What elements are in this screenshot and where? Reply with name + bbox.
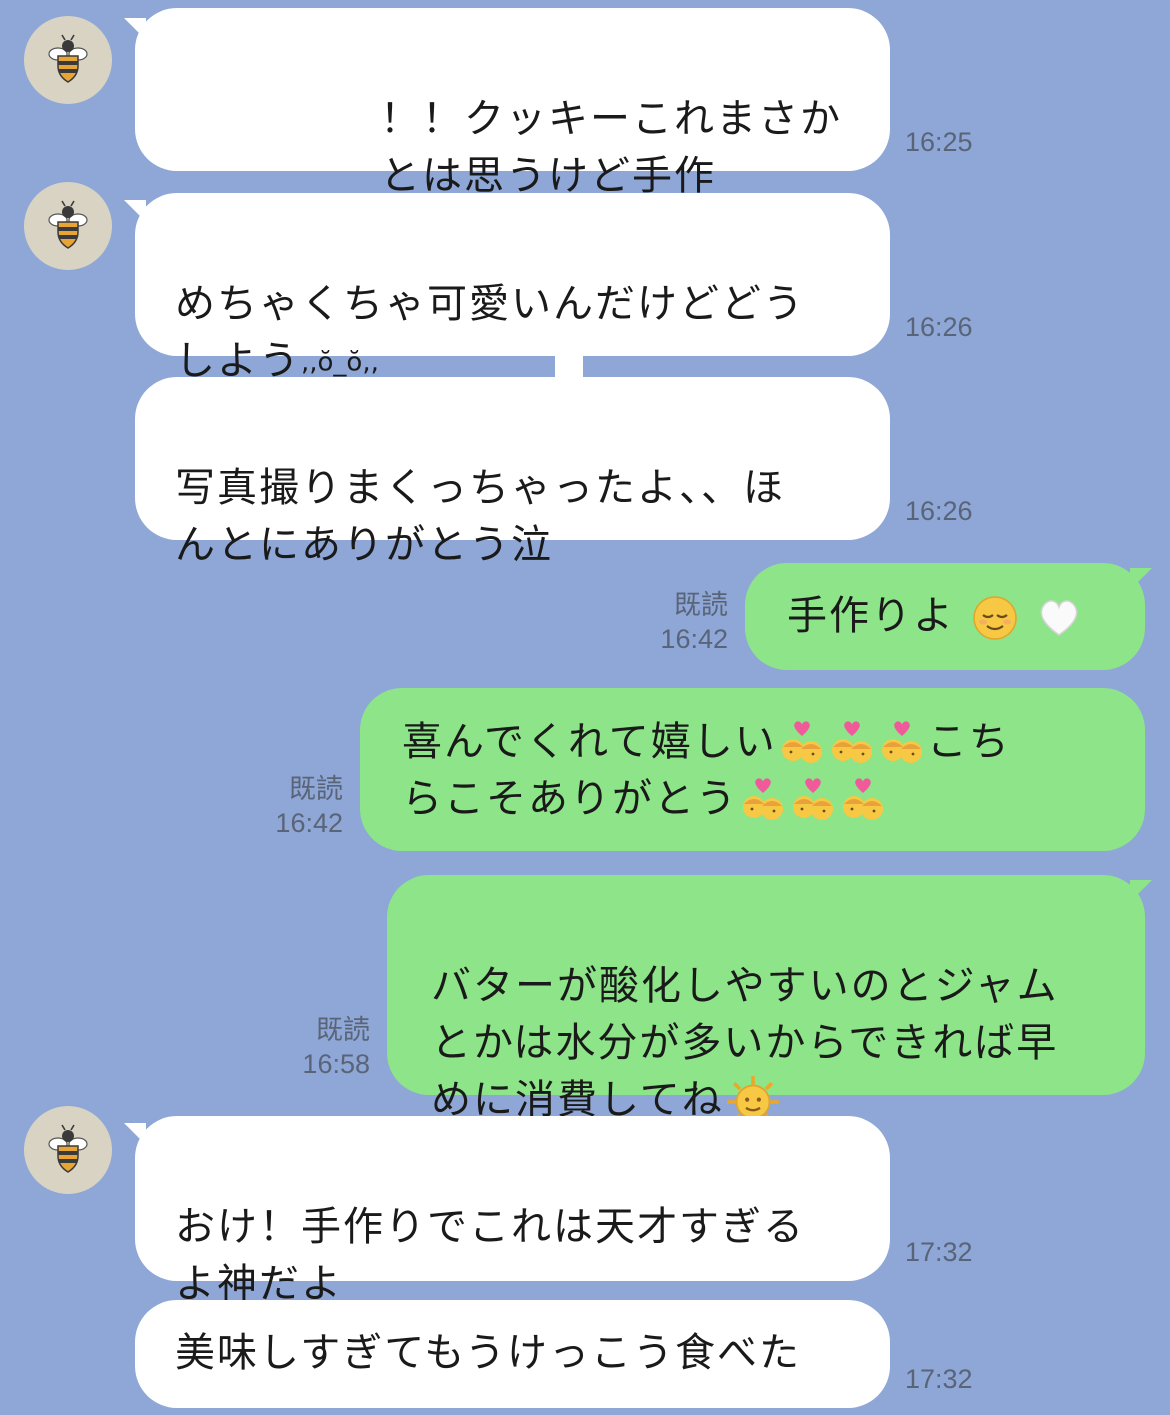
timestamp: 16:42 bbox=[660, 624, 728, 654]
message-bubble[interactable]: バターが酸化しやすいのとジャム とかは水分が多いからできれば早 めに消費してね bbox=[387, 875, 1145, 1095]
kaomoji: ,,ŏ_ŏ,, bbox=[301, 347, 379, 378]
timestamp: 16:26 bbox=[905, 312, 973, 342]
read-receipt: 既読 16:42 bbox=[275, 772, 343, 840]
read-label: 既読 bbox=[316, 1015, 370, 1045]
message-text: 写真撮りまくっちゃったよ、、ほ んとにありがとう泣 bbox=[175, 465, 785, 568]
avatar[interactable] bbox=[24, 1106, 112, 1194]
message-text-line: 喜んでくれて嬉しい こち bbox=[402, 714, 1107, 771]
read-label: 既読 bbox=[289, 774, 343, 804]
kiss-icon bbox=[840, 778, 886, 824]
message-bubble[interactable]: 手作りよ bbox=[745, 563, 1145, 670]
kiss-icon bbox=[740, 778, 786, 824]
message-bubble[interactable]: おけ！手作りでこれは天才すぎる よ神だよ bbox=[135, 1116, 890, 1307]
bee-icon bbox=[38, 1120, 98, 1180]
kiss-icon bbox=[879, 721, 925, 767]
relieved-face-icon bbox=[972, 595, 1018, 641]
avatar[interactable] bbox=[24, 182, 112, 270]
bubble-tail bbox=[1130, 880, 1152, 902]
bee-icon bbox=[38, 30, 98, 90]
chat-view[interactable]: ！！クッキーこれまさか とは思うけど手作り！？？？？ 16:25 めちゃくちゃ可… bbox=[0, 0, 1170, 1415]
message-text: 美味しすぎてもうけっこう食べた bbox=[175, 1330, 801, 1376]
timestamp: 17:32 bbox=[905, 1364, 973, 1394]
bee-icon bbox=[38, 196, 98, 256]
message-bubble[interactable]: 喜んでくれて嬉しい こち らこそありがとう bbox=[360, 688, 1145, 851]
message-bubble[interactable]: めちゃくちゃ可愛いんだけどどう しよう,,ŏ_ŏ,, bbox=[135, 193, 890, 384]
message-text: らこそありがとう bbox=[402, 776, 738, 822]
message-bubble[interactable]: ！！クッキーこれまさか とは思うけど手作り！？？？？ bbox=[135, 8, 890, 256]
kiss-icon bbox=[829, 721, 875, 767]
message-text-line: らこそありがとう bbox=[402, 771, 1107, 828]
bubble-tail bbox=[1130, 568, 1152, 590]
timestamp: 16:25 bbox=[905, 127, 973, 157]
bubble-connector bbox=[555, 355, 583, 377]
timestamp: 17:32 bbox=[905, 1237, 973, 1267]
timestamp: 16:42 bbox=[275, 808, 343, 838]
message-text: めちゃくちゃ可愛いんだけどどう しよう bbox=[175, 281, 805, 384]
white-heart-icon bbox=[1036, 595, 1082, 641]
message-text: おけ！手作りでこれは天才すぎる よ神だよ bbox=[175, 1204, 805, 1307]
timestamp: 16:26 bbox=[905, 496, 973, 526]
read-receipt: 既読 16:42 bbox=[660, 588, 728, 656]
avatar[interactable] bbox=[24, 16, 112, 104]
read-receipt: 既読 16:58 bbox=[302, 1013, 370, 1081]
kiss-icon bbox=[779, 721, 825, 767]
kiss-icon bbox=[790, 778, 836, 824]
timestamp: 16:58 bbox=[302, 1049, 370, 1079]
message-text: こち bbox=[926, 719, 1011, 765]
message-text: 喜んでくれて嬉しい bbox=[402, 719, 777, 765]
message-text: 手作りよ bbox=[787, 593, 955, 639]
read-label: 既読 bbox=[674, 590, 728, 620]
message-bubble[interactable]: 写真撮りまくっちゃったよ、、ほ んとにありがとう泣 bbox=[135, 377, 890, 568]
message-bubble[interactable]: 美味しすぎてもうけっこう食べた bbox=[135, 1300, 890, 1408]
